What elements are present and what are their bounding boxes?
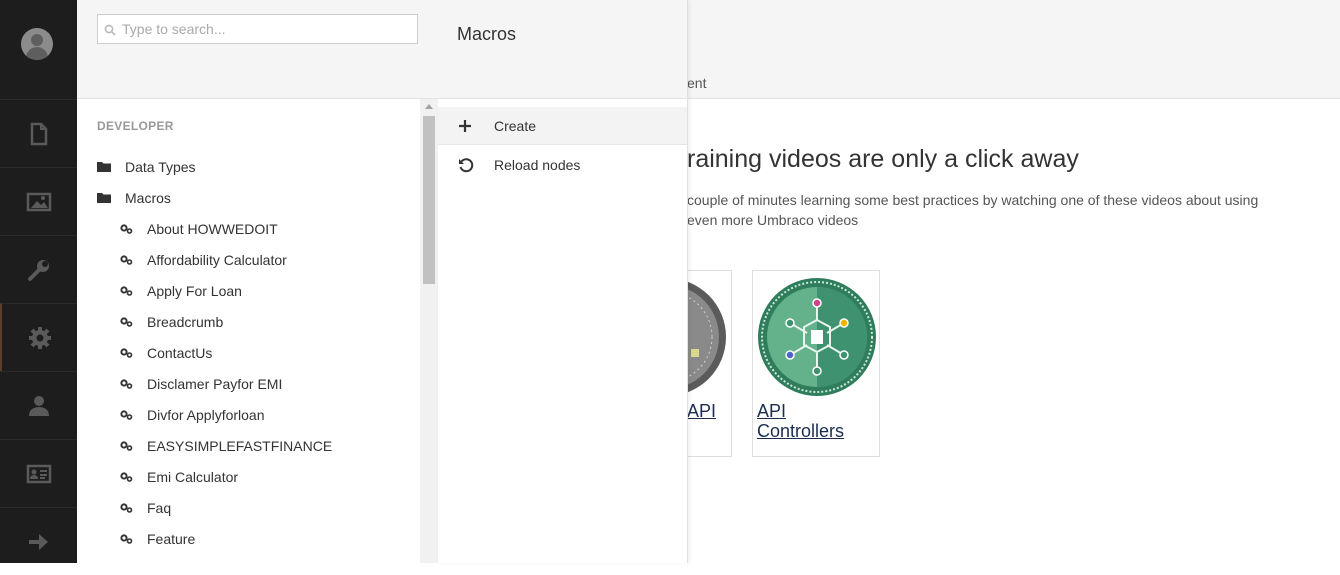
dashboard-tab[interactable]: ent — [687, 75, 706, 91]
tree-node-macro[interactable]: Emi Calculator — [77, 461, 420, 492]
search-icon — [104, 24, 116, 36]
tree-node-macro[interactable]: About HOWWEDOIT — [77, 213, 420, 244]
create-action[interactable]: Create — [438, 107, 687, 145]
tree-node-macro[interactable]: ContactUs — [77, 337, 420, 368]
cogs-icon — [120, 378, 134, 389]
tree-search-input[interactable] — [122, 19, 412, 39]
user-icon — [28, 395, 49, 416]
plus-icon — [438, 119, 494, 133]
tree-search-bar — [77, 0, 438, 99]
cogs-icon — [120, 502, 134, 513]
actions-panel-header — [438, 0, 687, 99]
wrench-icon — [27, 259, 49, 281]
section-rail — [0, 0, 77, 563]
video-link-api-controllers[interactable]: API Controllers — [757, 401, 867, 441]
settings-section-button[interactable] — [0, 235, 77, 303]
members-section-button[interactable] — [0, 439, 77, 507]
actions-panel-title: Macros — [457, 24, 517, 44]
cogs-icon — [120, 285, 134, 296]
content-section-button[interactable] — [0, 99, 77, 167]
document-icon — [30, 122, 47, 145]
folder-icon — [97, 192, 111, 203]
tree-node-macros[interactable]: Macros — [77, 182, 420, 213]
tree-node-macro[interactable]: Apply For Loan — [77, 275, 420, 306]
cogs-icon — [120, 409, 134, 420]
folder-icon — [97, 161, 111, 172]
cogs-icon — [120, 316, 134, 327]
users-section-button[interactable] — [0, 371, 77, 439]
cogs-icon — [120, 533, 134, 544]
reload-icon — [438, 157, 494, 173]
tree-list: Data Types Macros About HOWWEDOIT Afford… — [77, 151, 420, 554]
dashboard-description: couple of minutes learning some best pra… — [687, 192, 1259, 228]
tree-node-data-types[interactable]: Data Types — [77, 151, 420, 182]
tree-node-macro[interactable]: Divfor Applyforloan — [77, 399, 420, 430]
media-section-button[interactable] — [0, 167, 77, 235]
tree-node-macro[interactable]: Affordability Calculator — [77, 244, 420, 275]
tree-node-macro[interactable]: Faq — [77, 492, 420, 523]
macros-actions-panel: Macros Create Reload nodes — [438, 0, 688, 563]
cogs-icon — [120, 347, 134, 358]
tree-node-macro[interactable]: Disclamer Payfor EMI — [77, 368, 420, 399]
reload-nodes-action[interactable]: Reload nodes — [438, 146, 687, 184]
developer-tree-panel: DEVELOPER Data Types Macros About HOWWED… — [77, 0, 438, 563]
arrow-right-icon — [28, 533, 48, 550]
forms-section-button[interactable] — [0, 507, 77, 575]
dashboard-title: raining videos are only a click away — [687, 145, 1079, 173]
tree-scrollbar[interactable] — [420, 99, 438, 563]
scrollbar-thumb[interactable] — [423, 116, 435, 284]
video-link-api[interactable]: API — [687, 401, 716, 421]
video-card-api-controllers[interactable]: API Controllers — [752, 270, 880, 457]
developer-section-button[interactable] — [0, 303, 77, 371]
tree-node-macro[interactable]: Feature — [77, 523, 420, 554]
tree-node-macro[interactable]: EASYSIMPLEFASTFINANCE — [77, 430, 420, 461]
cogs-icon — [120, 440, 134, 451]
image-icon — [26, 192, 51, 211]
cogs-icon — [120, 254, 134, 265]
scroll-up-arrow[interactable] — [425, 104, 433, 109]
tree-search-box[interactable] — [97, 14, 418, 44]
cogs-icon — [120, 471, 134, 482]
tree-node-macro[interactable]: Breadcrumb — [77, 306, 420, 337]
user-avatar[interactable] — [21, 28, 53, 60]
cogs-icon — [120, 223, 134, 234]
tree-section-title: DEVELOPER — [97, 119, 174, 133]
api-controllers-video-thumbnail — [758, 278, 876, 396]
id-card-icon — [26, 464, 51, 483]
gear-icon — [28, 326, 51, 349]
